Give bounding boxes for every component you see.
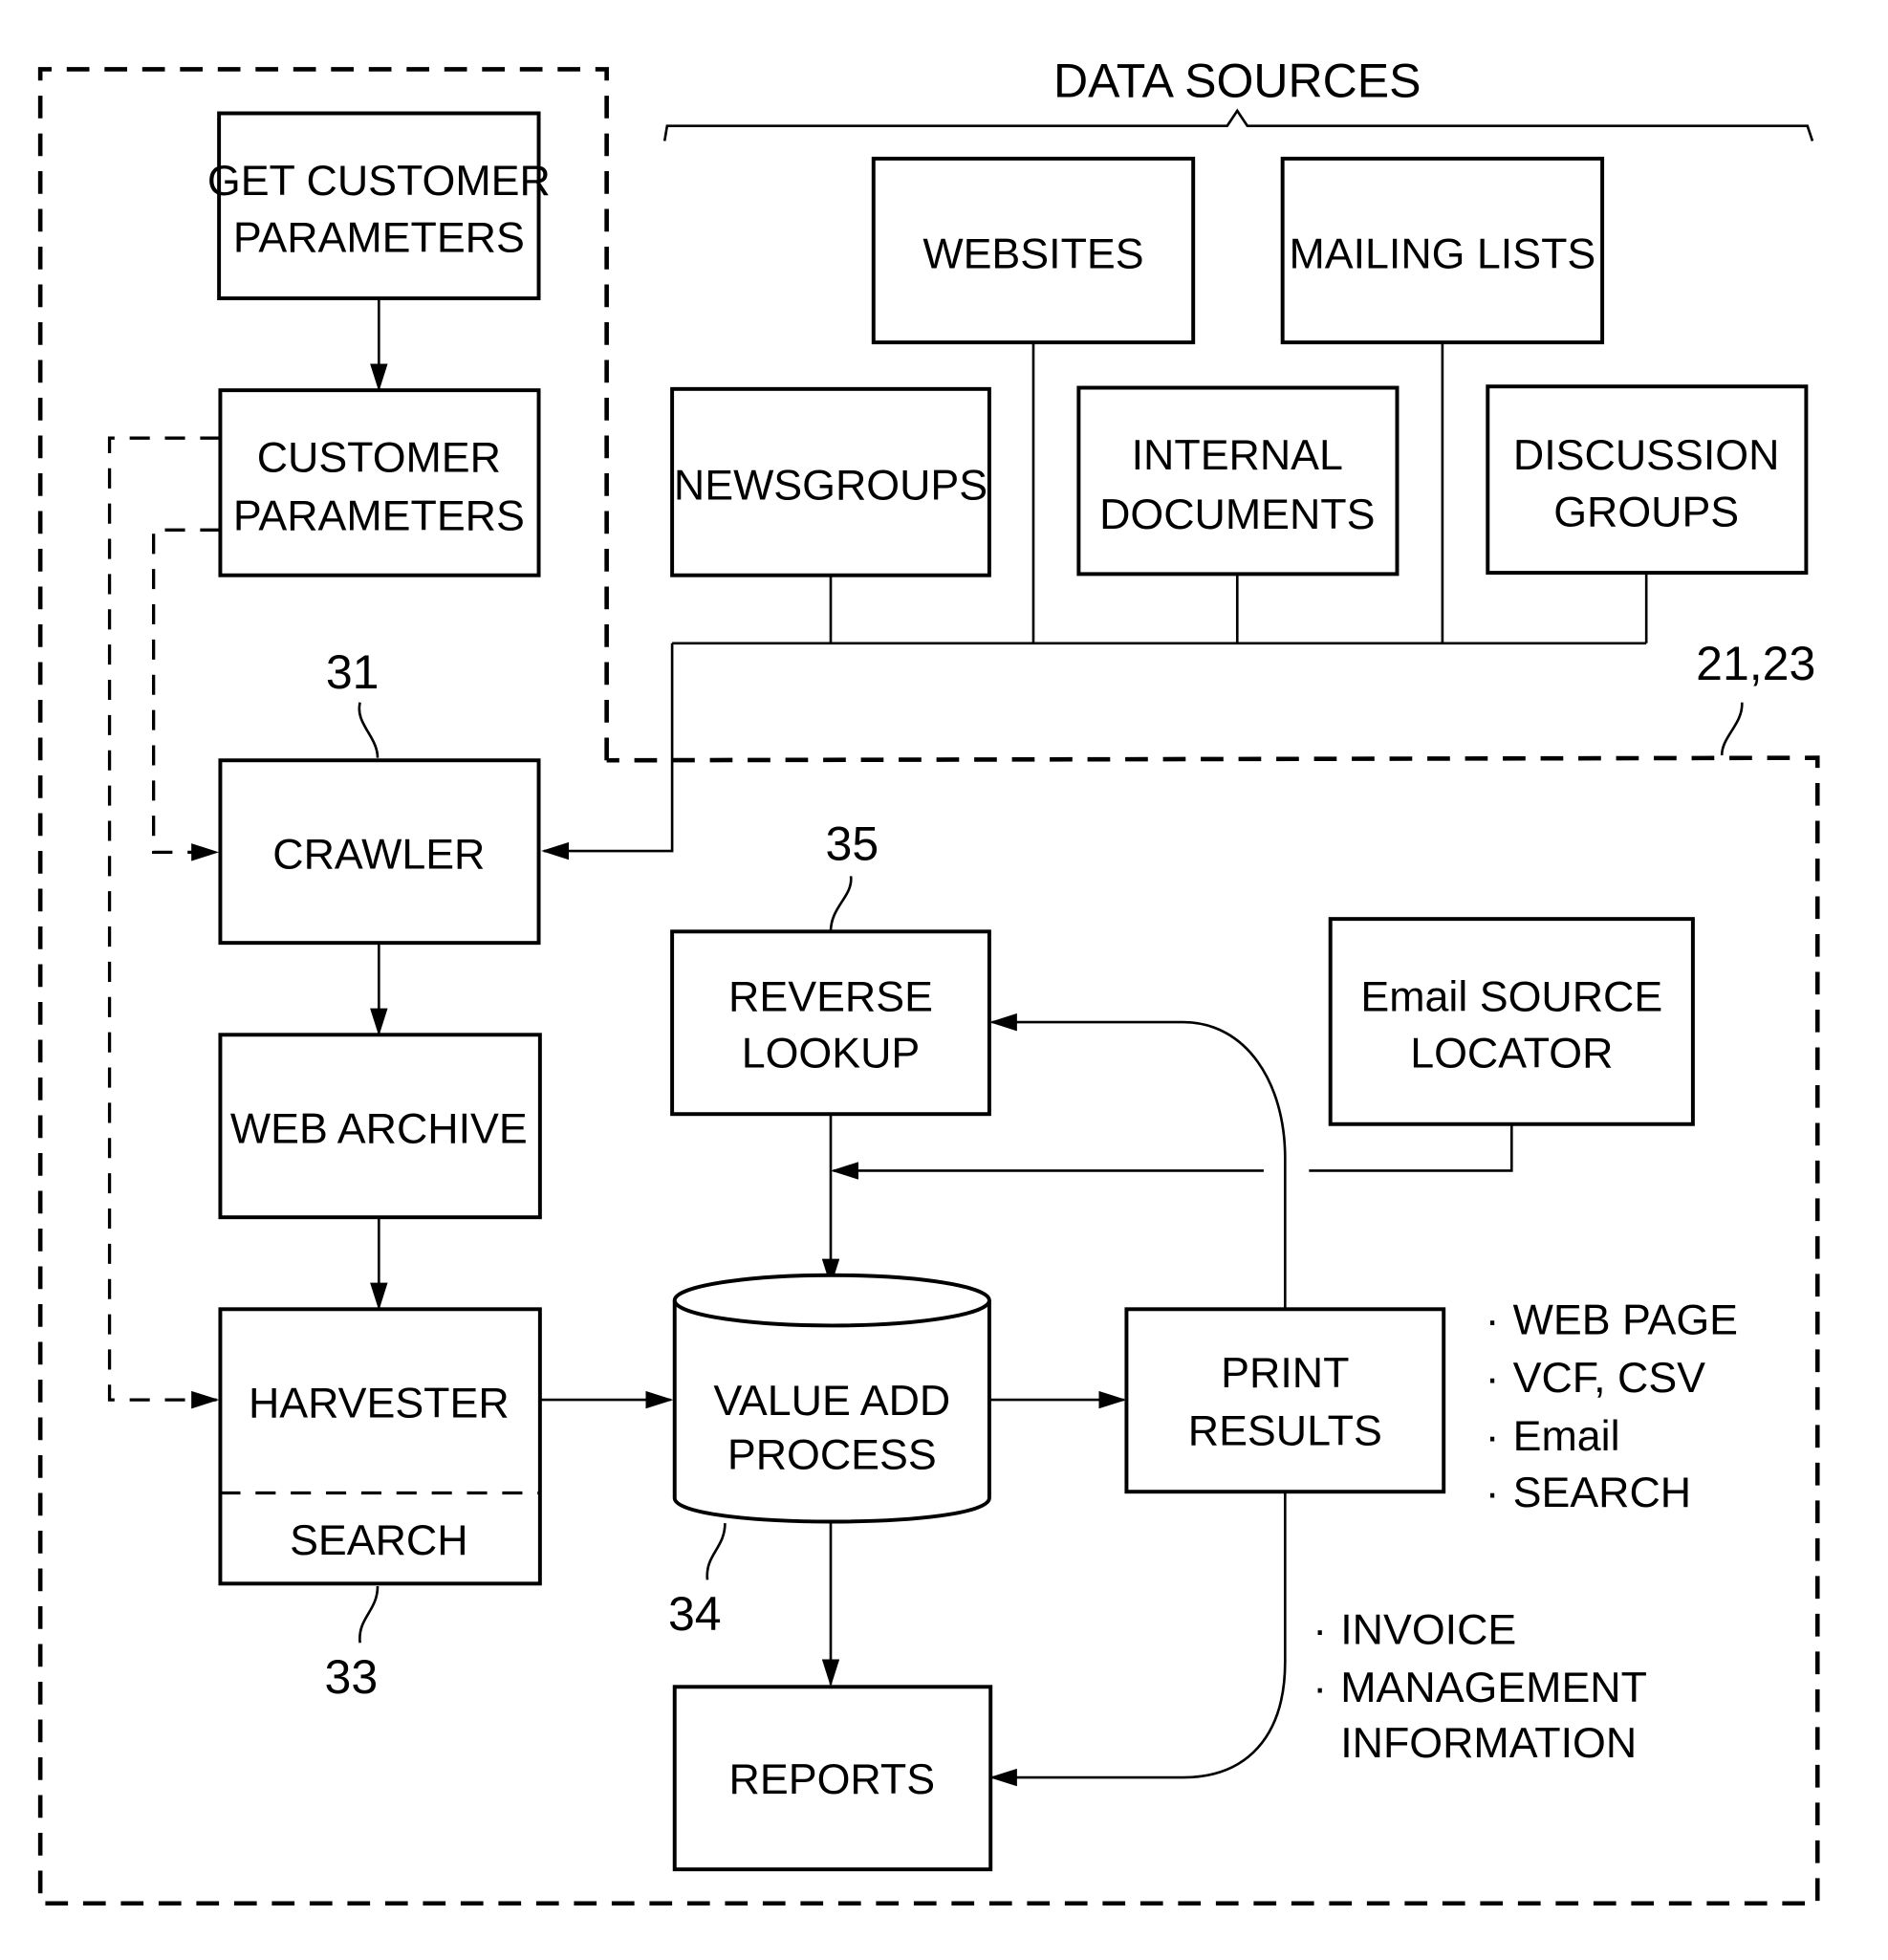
reverse-lookup-label-2: LOOKUP [742, 1030, 921, 1078]
report-item: INFORMATION [1340, 1719, 1637, 1767]
internal-documents-label-1: INTERNAL [1132, 431, 1343, 479]
ref-34: 34 [668, 1587, 722, 1641]
bullet: · [1486, 1412, 1500, 1460]
email-source-locator-box: Email SOURCE LOCATOR [1328, 917, 1695, 1126]
print-results-box: PRINT RESULTS [1124, 1307, 1446, 1494]
bullet: · [1313, 1664, 1327, 1711]
bullet: · [1486, 1469, 1500, 1516]
websites-label: WEBSITES [922, 229, 1143, 277]
web-archive-label: WEB ARCHIVE [230, 1105, 528, 1153]
arrow-locator-to-value-add [834, 1123, 1513, 1171]
leader-34 [705, 1523, 727, 1580]
internal-documents-label-2: DOCUMENTS [1099, 490, 1375, 538]
crawler-box: CRAWLER [218, 758, 541, 946]
harvester-box: HARVESTER SEARCH [218, 1307, 542, 1586]
data-sources-brace [662, 108, 1814, 142]
email-source-locator-label-1: Email SOURCE [1360, 972, 1662, 1020]
arrow-print-to-reports [988, 1492, 1287, 1787]
get-customer-parameters-box: GET CUSTOMER PARAMETERS [207, 111, 551, 301]
customer-parameters-label-2: PARAMETERS [233, 491, 525, 539]
leader-33 [358, 1585, 380, 1644]
report-items-list: · INVOICE · MANAGEMENT INFORMATION [1313, 1606, 1647, 1767]
reverse-lookup-box: REVERSE LOOKUP [670, 929, 991, 1117]
dashed-link-to-crawler [152, 528, 221, 861]
leader-35 [829, 876, 853, 932]
output-format-item: VCF, CSV [1513, 1354, 1706, 1402]
mailing-lists-box: MAILING LISTS [1280, 156, 1605, 345]
value-add-label-2: PROCESS [727, 1431, 937, 1479]
report-item: INVOICE [1340, 1606, 1516, 1654]
output-formats-list: · WEB PAGE · VCF, CSV · Email · SEARCH [1486, 1296, 1738, 1516]
value-add-label-1: VALUE ADD [713, 1377, 950, 1425]
output-format-item: WEB PAGE [1513, 1296, 1738, 1344]
ref-35: 35 [826, 817, 879, 870]
email-source-locator-label-2: LOCATOR [1410, 1030, 1613, 1078]
customer-parameters-box: CUSTOMER PARAMETERS [218, 388, 541, 577]
customer-parameters-label-1: CUSTOMER [257, 434, 501, 482]
reports-box: REPORTS [672, 1685, 993, 1872]
discussion-groups-label-1: DISCUSSION [1513, 431, 1780, 479]
bullet: · [1486, 1354, 1500, 1402]
get-customer-parameters-label-2: PARAMETERS [233, 213, 525, 261]
bullet: · [1486, 1296, 1500, 1344]
newsgroups-box: NEWSGROUPS [670, 386, 991, 577]
ref-31: 31 [326, 645, 380, 699]
output-format-item: Email [1513, 1412, 1620, 1460]
websites-box: WEBSITES [871, 156, 1196, 345]
harvester-search-label: SEARCH [290, 1516, 468, 1564]
flow-diagram: DATA SOURCES WEBSITES MAILING LISTS NEWS… [37, 54, 1820, 1906]
leader-31 [358, 702, 380, 758]
leader-21-23 [1720, 702, 1744, 756]
crawler-label: CRAWLER [272, 830, 485, 878]
discussion-groups-box: DISCUSSION GROUPS [1486, 384, 1809, 576]
output-format-item: SEARCH [1513, 1469, 1692, 1516]
value-add-process-cylinder: VALUE ADD PROCESS [672, 1273, 991, 1524]
get-customer-parameters-label-1: GET CUSTOMER [207, 157, 551, 205]
ref-33: 33 [325, 1650, 379, 1704]
print-results-label-1: PRINT [1221, 1349, 1349, 1397]
ref-21-23: 21,23 [1696, 637, 1815, 690]
dashed-link-to-harvester [107, 436, 221, 1409]
newsgroups-label: NEWSGROUPS [674, 462, 987, 510]
reports-label: REPORTS [729, 1755, 936, 1803]
web-archive-box: WEB ARCHIVE [218, 1033, 542, 1220]
harvester-label: HARVESTER [249, 1380, 510, 1427]
discussion-groups-label-2: GROUPS [1553, 488, 1739, 535]
reverse-lookup-label-1: REVERSE [728, 972, 933, 1020]
internal-documents-box: INTERNAL DOCUMENTS [1076, 385, 1400, 577]
mailing-lists-label: MAILING LISTS [1289, 229, 1595, 277]
bullet: · [1313, 1606, 1327, 1654]
report-item: MANAGEMENT [1340, 1664, 1647, 1711]
arrow-print-to-reverse-lookup [988, 1013, 1287, 1310]
data-sources-title: DATA SOURCES [1053, 54, 1421, 107]
print-results-label-2: RESULTS [1188, 1406, 1382, 1454]
